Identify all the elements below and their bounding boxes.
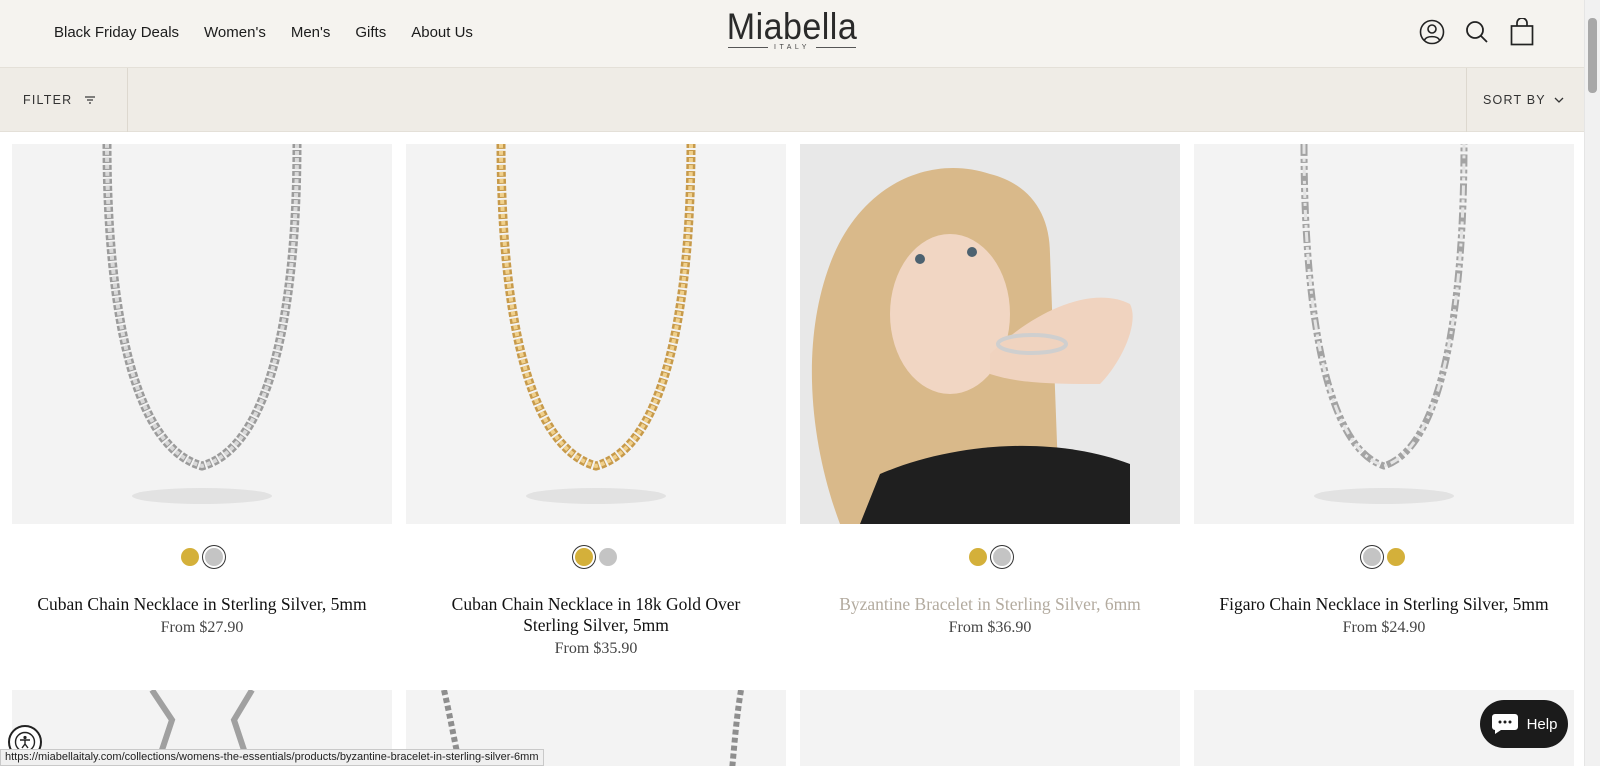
scrollbar-thumb[interactable] <box>1588 18 1597 93</box>
product-price: From $27.90 <box>160 619 244 636</box>
chevron-down-icon <box>1554 97 1564 103</box>
nav-womens[interactable]: Women's <box>204 24 266 41</box>
color-swatches <box>1194 546 1574 568</box>
swatch-gold[interactable] <box>969 548 987 566</box>
nav-mens[interactable]: Men's <box>291 24 331 41</box>
cart-icon[interactable] <box>1508 18 1536 46</box>
help-chat-button[interactable]: Help <box>1480 700 1568 748</box>
search-icon[interactable] <box>1463 18 1491 46</box>
browser-status-url: https://miabellaitaly.com/collections/wo… <box>0 749 544 766</box>
sort-by-label: SORT BY <box>1483 93 1546 107</box>
header-actions <box>1418 18 1536 46</box>
product-image[interactable] <box>12 144 392 524</box>
chat-bubble-icon <box>1491 714 1518 734</box>
help-label: Help <box>1526 715 1558 733</box>
product-card: Cuban Chain Necklace in Sterling Silver,… <box>12 144 392 637</box>
filter-label: FILTER <box>23 93 73 107</box>
product-title[interactable]: Figaro Chain Necklace in Sterling Silver… <box>1194 594 1574 615</box>
swatch-gold[interactable] <box>1387 548 1405 566</box>
product-price: From $35.90 <box>554 640 638 657</box>
color-swatches <box>800 546 1180 568</box>
swatch-silver[interactable] <box>599 548 617 566</box>
product-title[interactable]: Cuban Chain Necklace in 18k Gold Over St… <box>406 594 786 636</box>
nav-about-us[interactable]: About Us <box>411 24 473 41</box>
product-card: Cuban Chain Necklace in 18k Gold Over St… <box>406 144 786 658</box>
swatch-silver[interactable] <box>205 548 223 566</box>
filter-button[interactable]: FILTER <box>0 68 128 132</box>
nav-black-friday-deals[interactable]: Black Friday Deals <box>54 24 179 41</box>
color-swatches <box>12 546 392 568</box>
color-swatches <box>406 546 786 568</box>
product-price: From $24.90 <box>1342 619 1426 636</box>
product-price: From $36.90 <box>948 619 1032 636</box>
sort-by-button[interactable]: SORT BY <box>1466 68 1584 132</box>
product-image[interactable] <box>800 144 1180 524</box>
account-icon[interactable] <box>1418 18 1446 46</box>
collection-toolbar: FILTER SORT BY <box>0 68 1584 132</box>
swatch-gold[interactable] <box>575 548 593 566</box>
product-card: Figaro Chain Necklace in Sterling Silver… <box>1194 144 1574 637</box>
product-title[interactable]: Byzantine Bracelet in Sterling Silver, 6… <box>800 594 1180 615</box>
main-nav: Black Friday Deals Women's Men's Gifts A… <box>54 24 473 41</box>
product-card: Byzantine Bracelet in Sterling Silver, 6… <box>800 144 1180 637</box>
product-image[interactable] <box>800 690 1180 766</box>
nav-gifts[interactable]: Gifts <box>355 24 386 41</box>
logo[interactable]: Miabella ITALY <box>716 8 868 58</box>
filter-icon <box>85 96 96 104</box>
swatch-gold[interactable] <box>181 548 199 566</box>
site-header: Black Friday Deals Women's Men's Gifts A… <box>0 0 1584 68</box>
swatch-silver[interactable] <box>1363 548 1381 566</box>
product-image[interactable] <box>1194 144 1574 524</box>
product-image[interactable] <box>406 144 786 524</box>
logo-wordmark: Miabella <box>726 6 858 47</box>
swatch-silver[interactable] <box>993 548 1011 566</box>
product-title[interactable]: Cuban Chain Necklace in Sterling Silver,… <box>12 594 392 615</box>
page-scrollbar[interactable] <box>1584 0 1600 766</box>
